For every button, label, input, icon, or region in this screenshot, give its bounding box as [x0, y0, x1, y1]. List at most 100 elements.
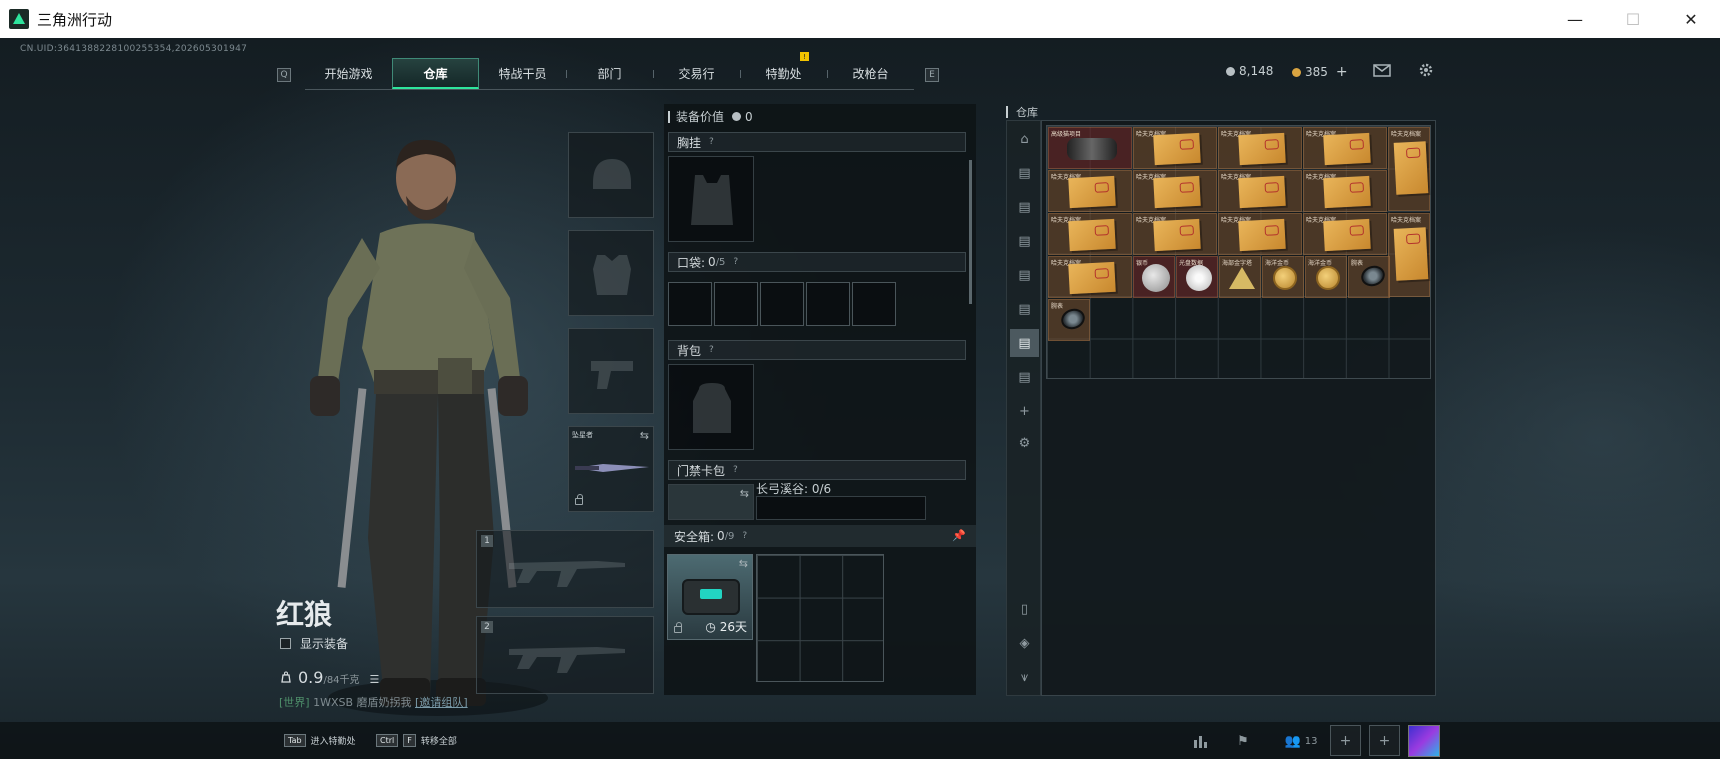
storage-item[interactable]: 哈夫克档案: [1303, 213, 1387, 255]
player-avatar[interactable]: [1408, 725, 1440, 757]
storage-item[interactable]: 银币: [1133, 256, 1175, 298]
show-gear-checkbox[interactable]: [280, 638, 291, 649]
storage-item[interactable]: 哈夫克档案: [1218, 127, 1302, 169]
friends-count: 13: [1304, 735, 1318, 747]
chat-user[interactable]: 1WXSB: [313, 696, 353, 709]
storage-page-icon[interactable]: ▤: [1010, 159, 1039, 187]
storage-item[interactable]: 海部金字塔: [1219, 256, 1261, 298]
storage-settings-icon[interactable]: ⚙: [1010, 429, 1039, 457]
storage-item[interactable]: 哈夫克档案: [1303, 170, 1387, 212]
close-button[interactable]: ✕: [1662, 0, 1720, 38]
storage-item[interactable]: 光盘数据: [1176, 256, 1218, 298]
keycard-slots[interactable]: [756, 496, 926, 520]
storage-item[interactable]: 哈夫克档案: [1218, 170, 1302, 212]
maximize-button[interactable]: ☐: [1604, 0, 1662, 38]
pocket-slot[interactable]: [668, 282, 712, 326]
storage-item[interactable]: 哈夫克档案: [1303, 127, 1387, 169]
invite-slot-button[interactable]: +: [1330, 725, 1361, 756]
storage-all-icon[interactable]: ⌂: [1010, 125, 1039, 153]
slot-number: 2: [481, 621, 493, 633]
storage-item[interactable]: 哈夫克档案: [1133, 213, 1217, 255]
friends-icon[interactable]: 👥 13: [1276, 730, 1326, 752]
storage-item[interactable]: 哈夫克档案: [1133, 170, 1217, 212]
keycard-case-slot[interactable]: ⇆: [668, 484, 754, 520]
tab-trading[interactable]: 交易行: [653, 58, 740, 89]
nav-prev-key[interactable]: Q: [277, 68, 291, 82]
pocket-slot[interactable]: [760, 282, 804, 326]
pistol-icon: [591, 361, 633, 389]
storage-item[interactable]: 哈夫克档案: [1218, 213, 1302, 255]
storage-sidebar: ⌂ ▤ ▤ ▤ ▤ ▤ ▤ ▤ + ⚙ ▯ ◈ ⩛: [1006, 120, 1041, 696]
storage-page-icon[interactable]: ▤: [1010, 329, 1039, 357]
primary-weapon-slot-1[interactable]: 1: [476, 530, 654, 608]
storage-page-icon[interactable]: ▤: [1010, 193, 1039, 221]
pocket-slot[interactable]: [806, 282, 850, 326]
melee-slot[interactable]: 坠星者 ⇆: [568, 426, 654, 512]
user-uid: CN.UID:3641388228100255354,202605301947: [20, 44, 248, 54]
tab-special-ops[interactable]: 特勤处!: [740, 52, 827, 89]
storage-page-icon[interactable]: ▤: [1010, 363, 1039, 391]
tab-start-game[interactable]: 开始游戏: [305, 58, 392, 89]
storage-item[interactable]: 腕表: [1348, 256, 1390, 298]
storage-page-icon[interactable]: ▤: [1010, 227, 1039, 255]
help-icon[interactable]: ?: [742, 531, 747, 541]
storage-sort-icon[interactable]: ▯: [1010, 595, 1039, 623]
storage-layers-icon[interactable]: ◈: [1010, 629, 1039, 657]
primary-weapon-slot-2[interactable]: 2: [476, 616, 654, 694]
transfer-all-hint[interactable]: Ctrl F 转移全部: [376, 734, 457, 747]
equipment-scrollbar[interactable]: [969, 160, 972, 304]
storage-item[interactable]: 腕表: [1048, 299, 1090, 341]
tab-department[interactable]: 部门: [566, 58, 653, 89]
settings-gear-icon[interactable]: [1416, 60, 1436, 80]
swap-icon[interactable]: ⇆: [640, 429, 649, 442]
minimize-button[interactable]: —: [1546, 0, 1604, 38]
helmet-slot[interactable]: [568, 132, 654, 218]
storage-grid[interactable]: 高级猫项目 哈夫克档案 哈夫克档案 哈夫克档案 哈夫克档案 哈夫克档案 哈夫克档…: [1046, 125, 1431, 379]
storage-item[interactable]: 海洋金币: [1262, 256, 1304, 298]
tab-gunsmith[interactable]: 改枪台: [827, 58, 914, 89]
silver-coin-icon: [1226, 66, 1235, 76]
tab-operators[interactable]: 特战干员: [479, 58, 566, 89]
flag-icon[interactable]: ⚑: [1230, 730, 1256, 752]
help-icon[interactable]: ?: [733, 257, 738, 267]
backpack-icon: [693, 383, 731, 433]
mail-icon[interactable]: [1372, 60, 1392, 80]
swap-icon[interactable]: ⇆: [739, 557, 748, 570]
storage-filter-icon[interactable]: ⩛: [1010, 663, 1039, 691]
storage-item[interactable]: 哈夫克档案: [1048, 213, 1132, 255]
help-icon[interactable]: ?: [709, 137, 714, 147]
storage-item[interactable]: 海洋金币: [1305, 256, 1347, 298]
pin-icon[interactable]: 📌: [952, 529, 966, 542]
safe-box-item[interactable]: ⇆ ◷ 26天: [667, 554, 753, 640]
help-icon[interactable]: ?: [733, 465, 738, 475]
storage-page-icon[interactable]: ▤: [1010, 261, 1039, 289]
armor-slot[interactable]: [568, 230, 654, 316]
keycard-map-label: 长弓溪谷: 0/6: [756, 482, 832, 496]
help-icon[interactable]: ?: [709, 345, 714, 355]
add-currency-button[interactable]: +: [1336, 64, 1348, 80]
stats-chart-icon[interactable]: [1188, 730, 1214, 752]
add-page-icon[interactable]: +: [1010, 397, 1039, 425]
safe-box-grid[interactable]: [756, 554, 884, 682]
tab-label: 特战干员: [498, 67, 547, 81]
pocket-slot[interactable]: [714, 282, 758, 326]
storage-item[interactable]: 哈夫克档案: [1048, 170, 1132, 212]
backpack-slot[interactable]: [668, 364, 754, 450]
special-ops-hint[interactable]: Tab 进入特勤处: [284, 734, 356, 747]
storage-item[interactable]: 哈夫克档案: [1388, 127, 1430, 211]
storage-item[interactable]: 哈夫克档案: [1048, 256, 1132, 298]
storage-page-icon[interactable]: ▤: [1010, 295, 1039, 323]
show-gear-toggle[interactable]: 显示装备: [280, 635, 348, 652]
chat-invite-link[interactable]: [邀请组队]: [415, 696, 468, 709]
nav-next-key[interactable]: E: [925, 68, 939, 82]
list-icon[interactable]: ☰: [370, 673, 380, 686]
chest-rig-slot[interactable]: [668, 156, 754, 242]
invite-slot-button[interactable]: +: [1369, 725, 1400, 756]
pistol-slot[interactable]: [568, 328, 654, 414]
swap-icon[interactable]: ⇆: [740, 487, 749, 500]
tab-warehouse[interactable]: 仓库: [392, 58, 479, 89]
storage-item[interactable]: 哈夫克档案: [1133, 127, 1217, 169]
pocket-slot[interactable]: [852, 282, 896, 326]
storage-item[interactable]: 高级猫项目: [1048, 127, 1132, 169]
storage-item[interactable]: 哈夫克档案: [1388, 213, 1430, 297]
